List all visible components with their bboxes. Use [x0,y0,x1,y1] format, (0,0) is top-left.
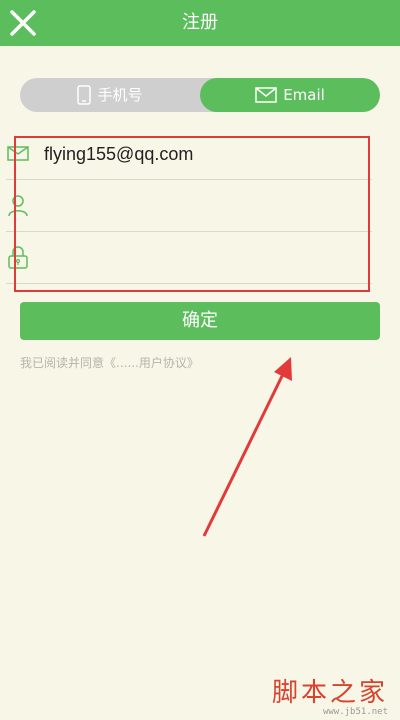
top-bar: 注册 [0,0,400,46]
tab-phone-label: 手机号 [97,86,143,104]
page-title: 注册 [182,12,218,33]
watermark-logo: 脚本之家 [271,678,388,708]
mobile-phone-icon [77,85,92,105]
highlight-box [14,136,370,292]
user-agreement-text[interactable]: 我已阅读并同意《......用户协议》 [20,354,199,371]
tab-phone[interactable]: 手机号 [20,78,200,112]
register-method-toggle: 手机号 Email [20,78,380,112]
confirm-button[interactable]: 确定 [20,302,380,340]
envelope-icon [255,87,277,103]
watermark: 脚本之家 www.jb51.net [272,672,388,717]
tab-email-label: Email [283,86,325,104]
tab-email[interactable]: Email [200,78,380,112]
